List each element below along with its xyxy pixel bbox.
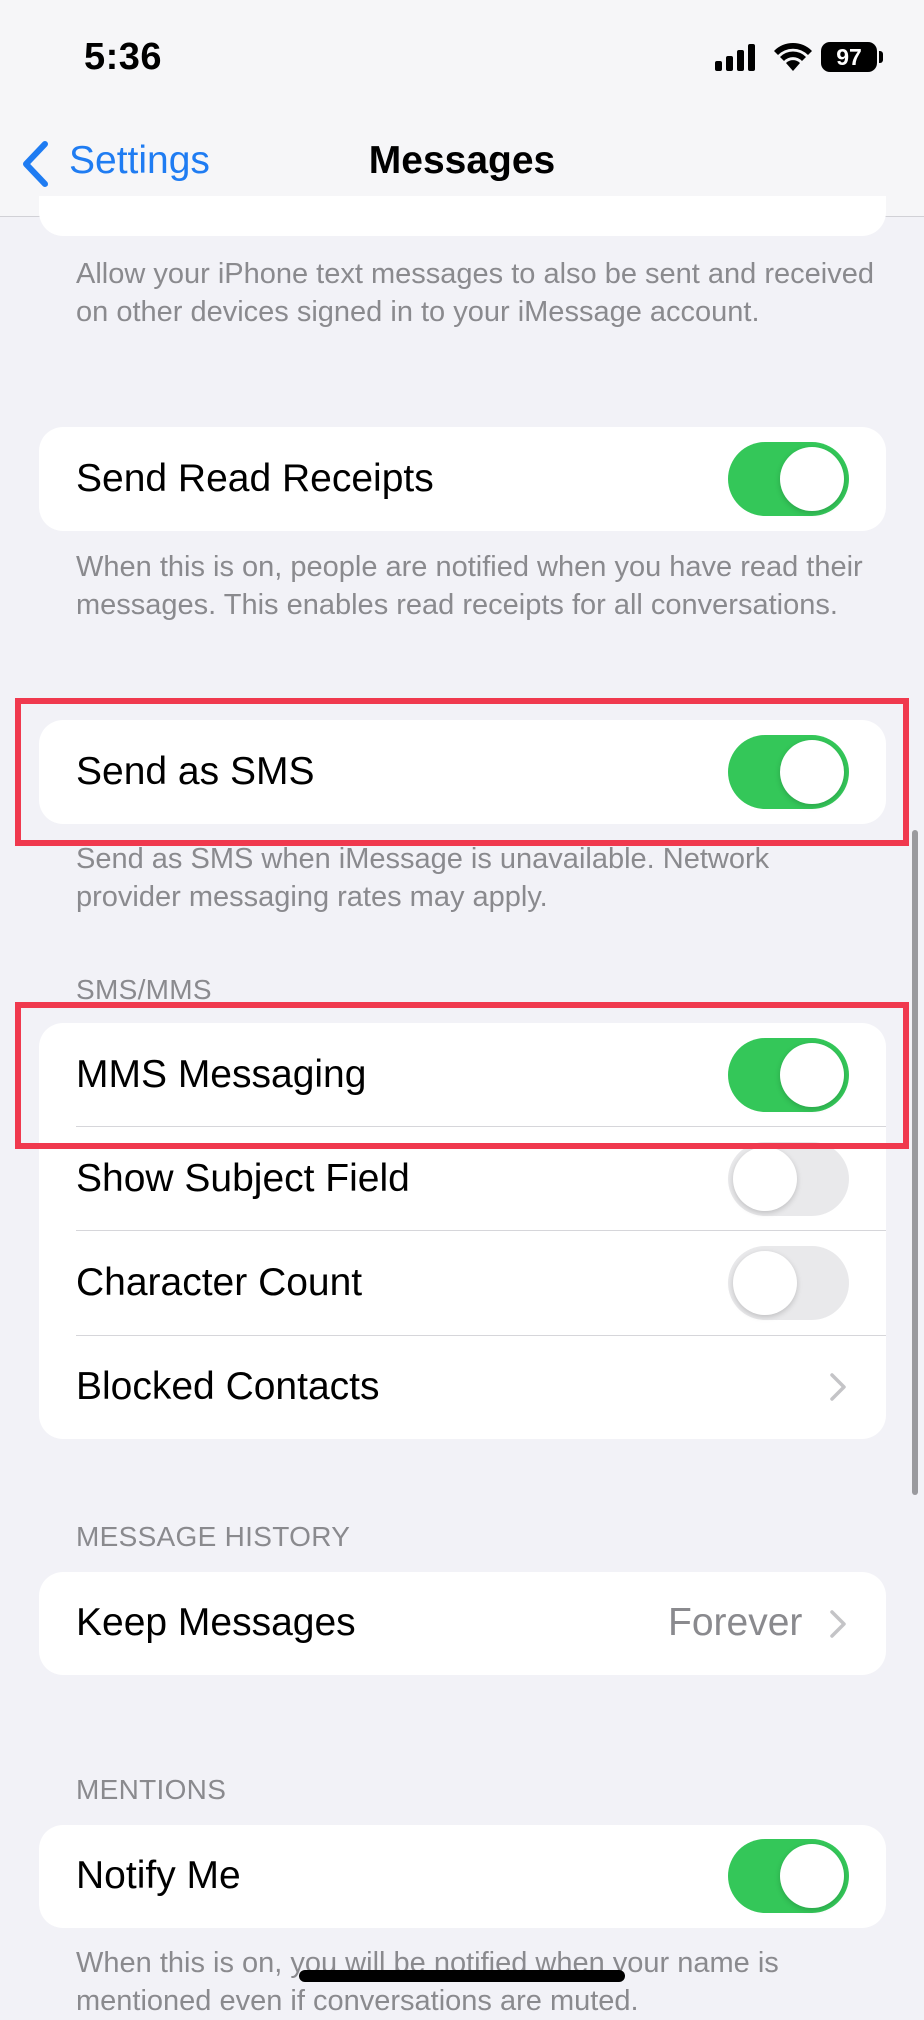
chevron-right-icon <box>830 1373 846 1401</box>
highlight-box-send-as-sms <box>15 698 909 846</box>
row-separator <box>76 1230 886 1231</box>
keep-messages-value: Forever <box>668 1601 803 1644</box>
read-receipts-toggle[interactable] <box>728 442 849 516</box>
previous-group-bottom <box>39 196 886 236</box>
character-count-toggle[interactable] <box>728 1246 849 1320</box>
read-receipts-footer: When this is on, people are notified whe… <box>76 551 863 621</box>
battery-icon: 97 <box>821 42 877 72</box>
keep-messages-label: Keep Messages <box>76 1601 356 1644</box>
status-time: 5:36 <box>84 36 163 78</box>
chevron-right-icon <box>830 1610 846 1638</box>
notify-me-label: Notify Me <box>76 1854 241 1897</box>
page-title: Messages <box>368 139 556 182</box>
scrollbar[interactable] <box>912 830 918 1495</box>
cellular-signal-icon <box>715 44 755 71</box>
mentions-section-header: MENTIONS <box>76 1774 227 1805</box>
mentions-footer: When this is on, you will be notified wh… <box>76 1947 779 2017</box>
highlight-box-mms-messaging <box>15 1002 909 1149</box>
read-receipts-label: Send Read Receipts <box>76 457 434 500</box>
blocked-contacts-label: Blocked Contacts <box>76 1365 380 1408</box>
message-history-section-header: MESSAGE HISTORY <box>76 1521 351 1552</box>
battery-nub <box>879 51 883 63</box>
show-subject-field-toggle[interactable] <box>728 1142 849 1216</box>
notify-me-toggle[interactable] <box>728 1839 849 1913</box>
character-count-label: Character Count <box>76 1261 363 1304</box>
show-subject-field-label: Show Subject Field <box>76 1157 410 1200</box>
send-as-sms-footer: Send as SMS when iMessage is unavailable… <box>76 843 770 913</box>
home-indicator[interactable] <box>299 1970 625 1982</box>
imessage-footer: Allow your iPhone text messages to also … <box>76 258 874 328</box>
wifi-icon <box>774 42 812 71</box>
